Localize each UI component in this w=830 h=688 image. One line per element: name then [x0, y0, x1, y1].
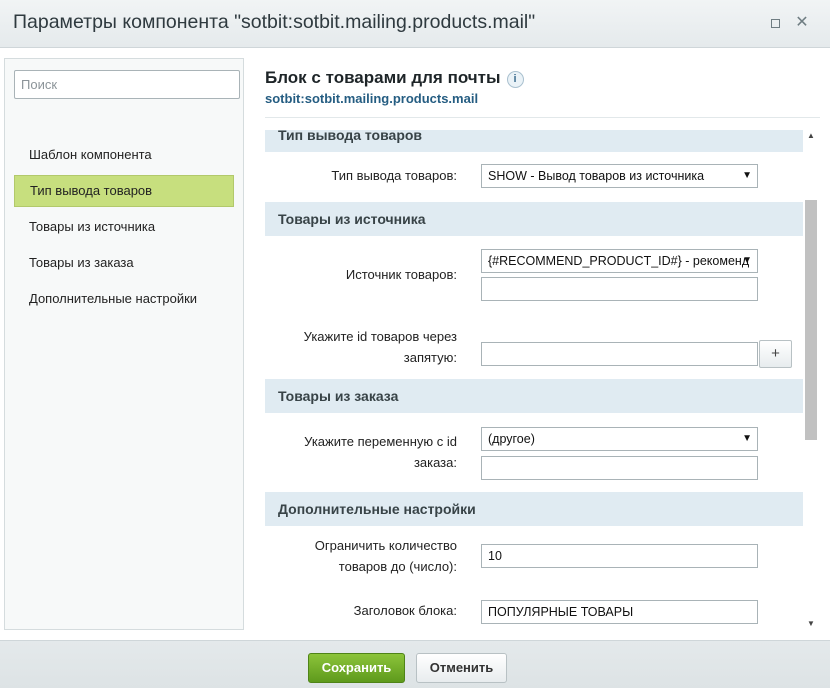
add-product-id-button[interactable]: + — [759, 340, 792, 368]
search-input[interactable] — [14, 70, 240, 99]
chevron-down-icon: ▼ — [742, 433, 752, 444]
sidebar-item-source-products[interactable]: Товары из источника — [14, 211, 234, 243]
order-var-select[interactable]: (другое) ▼ — [481, 427, 758, 451]
limit-label: Ограничить количество товаров до (число)… — [314, 538, 457, 574]
limit-input[interactable]: 10 — [481, 544, 758, 568]
chevron-down-icon: ▼ — [742, 170, 752, 181]
dialog-body: Шаблон компонента Тип вывода товаров Тов… — [0, 48, 830, 640]
sidebar-item-output-type[interactable]: Тип вывода товаров — [14, 175, 234, 207]
scroll-up-icon[interactable]: ▲ — [804, 130, 818, 142]
scrollbar-thumb[interactable] — [805, 200, 817, 440]
source-extra-input[interactable] — [481, 277, 758, 301]
output-type-select[interactable]: SHOW - Вывод товаров из источника ▼ — [481, 164, 758, 188]
settings-form: Тип вывода товаров Тип вывода товаров: S… — [265, 130, 803, 630]
chevron-down-icon: ▼ — [742, 255, 752, 266]
save-button[interactable]: Сохранить — [308, 653, 405, 683]
dialog-titlebar: Параметры компонента "sotbit:sotbit.mail… — [0, 0, 830, 48]
main-header: Блок с товарами для почты i sotbit:sotbit… — [265, 68, 820, 106]
sidebar-nav: Шаблон компонента Тип вывода товаров Тов… — [14, 139, 234, 319]
sidebar-item-template[interactable]: Шаблон компонента — [14, 139, 234, 171]
info-icon[interactable]: i — [506, 71, 524, 88]
section-extra-settings: Дополнительные настройки — [265, 492, 803, 526]
product-ids-input[interactable] — [481, 342, 758, 366]
section-order-products: Товары из заказа — [265, 379, 803, 413]
maximize-icon[interactable] — [765, 13, 785, 33]
block-header-input[interactable]: ПОПУЛЯРНЫЕ ТОВАРЫ — [481, 600, 758, 624]
dialog-footer: Сохранить Отменить — [0, 640, 830, 688]
order-var-value: (другое) — [488, 432, 535, 446]
block-header-label: Заголовок блока: — [353, 603, 457, 618]
output-type-label: Тип вывода товаров: — [331, 168, 457, 183]
close-icon[interactable]: ✕ — [792, 13, 812, 33]
source-value: {#RECOMMEND_PRODUCT_ID#} - рекоменд — [488, 254, 750, 268]
product-ids-label: Укажите id товаров через запятую: — [303, 329, 457, 365]
cancel-button[interactable]: Отменить — [416, 653, 507, 683]
order-var-extra-input[interactable] — [481, 456, 758, 480]
sidebar: Шаблон компонента Тип вывода товаров Тов… — [4, 58, 244, 630]
output-type-value: SHOW - Вывод товаров из источника — [488, 169, 705, 183]
form-scrollbar[interactable]: ▲ ▼ — [804, 130, 818, 630]
component-id: sotbit:sotbit.mailing.products.mail — [265, 91, 479, 106]
scroll-down-icon[interactable]: ▼ — [804, 618, 818, 630]
sidebar-item-order-products[interactable]: Товары из заказа — [14, 247, 234, 279]
component-title: Блок с товарами для почты — [265, 68, 501, 87]
section-output-type: Тип вывода товаров — [265, 130, 803, 152]
source-label: Источник товаров: — [345, 267, 457, 282]
header-divider — [265, 117, 820, 118]
source-select[interactable]: {#RECOMMEND_PRODUCT_ID#} - рекоменд ▼ — [481, 249, 758, 273]
order-var-label: Укажите переменную с id заказа: — [304, 434, 457, 470]
dialog-title: Параметры компонента "sotbit:sotbit.mail… — [13, 11, 536, 33]
sidebar-item-extra-settings[interactable]: Дополнительные настройки — [14, 283, 234, 315]
section-source-products: Товары из источника — [265, 202, 803, 236]
